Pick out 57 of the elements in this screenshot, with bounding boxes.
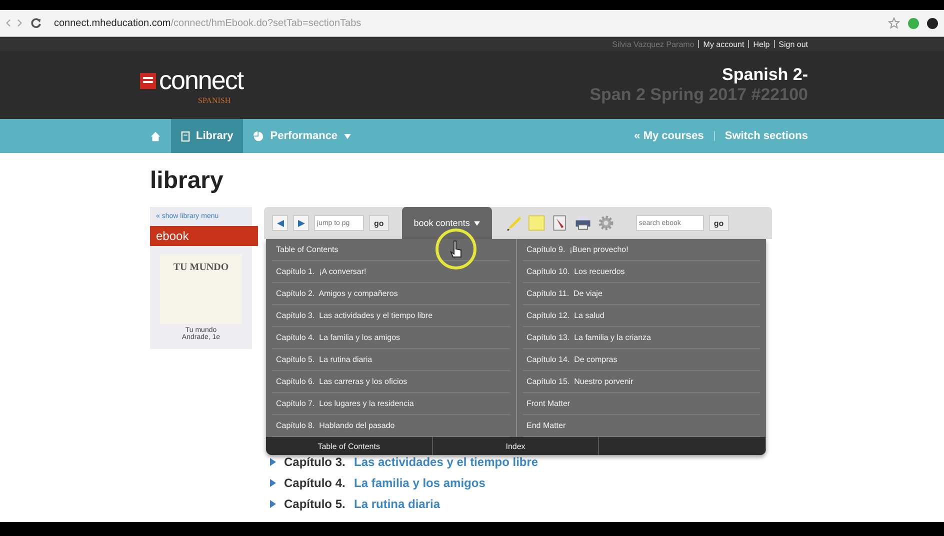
book-cover[interactable]: TU MUNDO bbox=[160, 254, 242, 324]
menu-item[interactable]: Capítulo 5. La rutina diaria bbox=[272, 349, 510, 371]
page-title: library bbox=[150, 167, 224, 195]
previous-page-button[interactable] bbox=[272, 215, 288, 231]
logo-icon bbox=[140, 72, 156, 88]
nav-tab[interactable]: Library bbox=[171, 119, 244, 153]
home-icon bbox=[150, 130, 161, 142]
caret-icon bbox=[344, 134, 351, 138]
bookmark-page-icon[interactable] bbox=[550, 214, 569, 232]
star-icon[interactable] bbox=[888, 17, 900, 29]
menu-item[interactable]: Capítulo 13. La familia y la crianza bbox=[522, 327, 760, 349]
menu-item[interactable]: Capítulo 12. La salud bbox=[522, 305, 760, 327]
extension-icon[interactable] bbox=[927, 18, 938, 28]
chapter-number: Capítulo 4. bbox=[284, 476, 346, 490]
logo-subtitle: SPANISH bbox=[198, 96, 231, 105]
account-link[interactable]: Help bbox=[753, 40, 770, 48]
menu-item[interactable]: Capítulo 1. ¡A conversar! bbox=[272, 261, 510, 283]
book-contents-tab[interactable]: book contents bbox=[402, 207, 492, 239]
reload-icon[interactable] bbox=[30, 17, 42, 29]
cover-title: TU MUNDO bbox=[173, 262, 229, 275]
menu-item[interactable]: Capítulo 9. ¡Buen provecho! bbox=[522, 239, 760, 261]
next-page-button[interactable] bbox=[293, 215, 309, 231]
search-go-button[interactable]: go bbox=[708, 215, 729, 231]
menu-item[interactable]: Capítulo 2. Amigos y compañeros bbox=[272, 283, 510, 305]
menu-item[interactable]: Capítulo 6. Las carreras y los oficios bbox=[272, 371, 510, 393]
chapter-link[interactable]: La rutina diaria bbox=[354, 496, 440, 510]
user-name: Silvia Vazquez Paramo bbox=[612, 40, 694, 48]
chapter-link[interactable]: La familia y los amigos bbox=[354, 476, 486, 490]
ebook-tab[interactable]: ebook bbox=[150, 226, 258, 246]
cursor-highlight-icon bbox=[434, 227, 478, 271]
expand-icon[interactable] bbox=[270, 478, 276, 486]
menu-footer-tab[interactable]: Table of Contents bbox=[266, 437, 433, 455]
menu-item[interactable]: Capítulo 14. De compras bbox=[522, 349, 760, 371]
document-icon bbox=[181, 130, 190, 142]
course-title: Spanish 2- bbox=[722, 65, 808, 85]
expand-icon[interactable] bbox=[270, 458, 276, 466]
chapter-number: Capítulo 3. bbox=[284, 454, 346, 468]
right-arrow-icon bbox=[298, 220, 304, 226]
menu-item[interactable]: Capítulo 11. De viaje bbox=[522, 283, 760, 305]
print-icon[interactable] bbox=[574, 214, 592, 232]
expand-icon[interactable] bbox=[270, 500, 276, 508]
chapter-link[interactable]: Las actividades y el tiempo libre bbox=[354, 454, 538, 468]
menu-item[interactable]: Capítulo 7. Los lugares y la residencia bbox=[272, 393, 510, 415]
menu-item[interactable]: Capítulo 3. Las actividades y el tiempo libre bbox=[272, 305, 510, 327]
pie-chart-icon bbox=[253, 130, 264, 142]
menu-item[interactable]: Capítulo 15. Nuestro porvenir bbox=[522, 371, 760, 393]
logo-text: connect bbox=[159, 65, 244, 96]
account-link[interactable]: Sign out bbox=[778, 40, 808, 48]
menu-item[interactable]: Capítulo 10. Los recuerdos bbox=[522, 261, 760, 283]
account-link[interactable]: My account bbox=[703, 40, 744, 48]
left-arrow-icon bbox=[276, 220, 284, 226]
caret-icon bbox=[474, 220, 480, 226]
menu-footer-tab[interactable]: Index bbox=[432, 437, 600, 455]
go-button[interactable]: go bbox=[369, 215, 389, 231]
menu-item[interactable]: Front Matter bbox=[522, 393, 760, 415]
chapter-number: Capítulo 5. bbox=[284, 496, 346, 510]
menu-item[interactable]: Capítulo 4. La familia y los amigos bbox=[272, 327, 510, 349]
